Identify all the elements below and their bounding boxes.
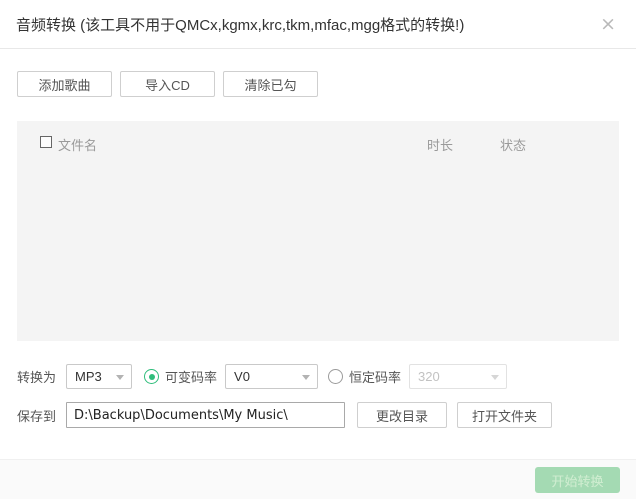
footer-bar: 开始转换: [0, 459, 636, 499]
save-path-input[interactable]: [66, 402, 345, 428]
save-to-label: 保存到: [17, 406, 56, 425]
clear-checked-button[interactable]: 清除已勾: [223, 71, 318, 97]
vbr-radio[interactable]: [144, 369, 159, 384]
cbr-radio[interactable]: [328, 369, 343, 384]
import-cd-button[interactable]: 导入CD: [120, 71, 215, 97]
chevron-down-icon: [302, 375, 310, 380]
file-list: 文件名 时长 状态: [17, 121, 619, 341]
cbr-bitrate-select: 320: [409, 364, 507, 389]
convert-to-label: 转换为: [17, 367, 56, 386]
vbr-label: 可变码率: [165, 367, 217, 386]
open-folder-button[interactable]: 打开文件夹: [457, 402, 552, 428]
format-select-value: MP3: [75, 369, 102, 384]
column-filename: 文件名: [58, 135, 97, 154]
vbr-quality-select[interactable]: V0: [225, 364, 318, 389]
chevron-down-icon: [491, 375, 499, 380]
change-directory-button[interactable]: 更改目录: [357, 402, 447, 428]
column-status: 状态: [500, 135, 526, 154]
save-path-row: 保存到 更改目录 打开文件夹: [17, 402, 552, 428]
toolbar: 添加歌曲 导入CD 清除已勾: [17, 71, 318, 97]
dialog-title: 音频转换 (该工具不用于QMCx,kgmx,krc,tkm,mfac,mgg格式…: [16, 14, 464, 35]
select-all-checkbox[interactable]: [40, 136, 52, 148]
close-icon[interactable]: ×: [596, 13, 620, 36]
start-convert-button[interactable]: 开始转换: [535, 467, 620, 493]
add-songs-button[interactable]: 添加歌曲: [17, 71, 112, 97]
cbr-label: 恒定码率: [349, 367, 401, 386]
column-duration: 时长: [427, 135, 453, 154]
convert-options-row: 转换为 MP3 可变码率 V0 恒定码率 320: [17, 364, 507, 389]
audio-convert-dialog: 音频转换 (该工具不用于QMCx,kgmx,krc,tkm,mfac,mgg格式…: [0, 0, 636, 499]
title-bar: 音频转换 (该工具不用于QMCx,kgmx,krc,tkm,mfac,mgg格式…: [0, 0, 636, 49]
file-list-header: 文件名 时长 状态: [17, 121, 619, 165]
cbr-bitrate-value: 320: [418, 369, 440, 384]
format-select[interactable]: MP3: [66, 364, 132, 389]
chevron-down-icon: [116, 375, 124, 380]
vbr-quality-value: V0: [234, 369, 250, 384]
